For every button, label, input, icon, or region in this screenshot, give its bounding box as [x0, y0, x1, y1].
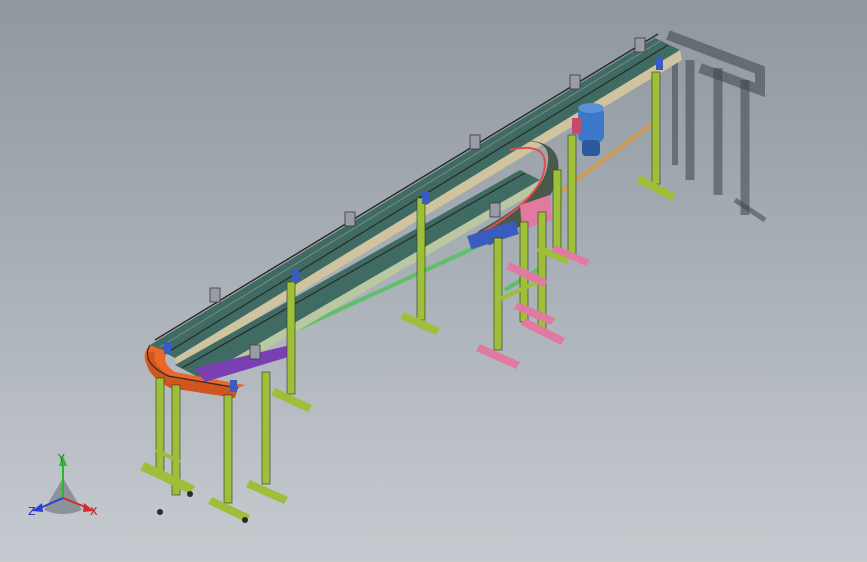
- 3d-graphics-viewport[interactable]: Y X Z: [0, 0, 867, 562]
- x-axis-label: X: [90, 505, 98, 518]
- conveyor-assembly-model[interactable]: Y X Z: [0, 0, 867, 562]
- coordinate-triad: Y X Z: [28, 452, 98, 518]
- main-conveyor-rail: [150, 33, 682, 366]
- y-axis-label: Y: [57, 452, 65, 465]
- background-shadow: [666, 30, 767, 223]
- z-axis-label: Z: [28, 505, 36, 518]
